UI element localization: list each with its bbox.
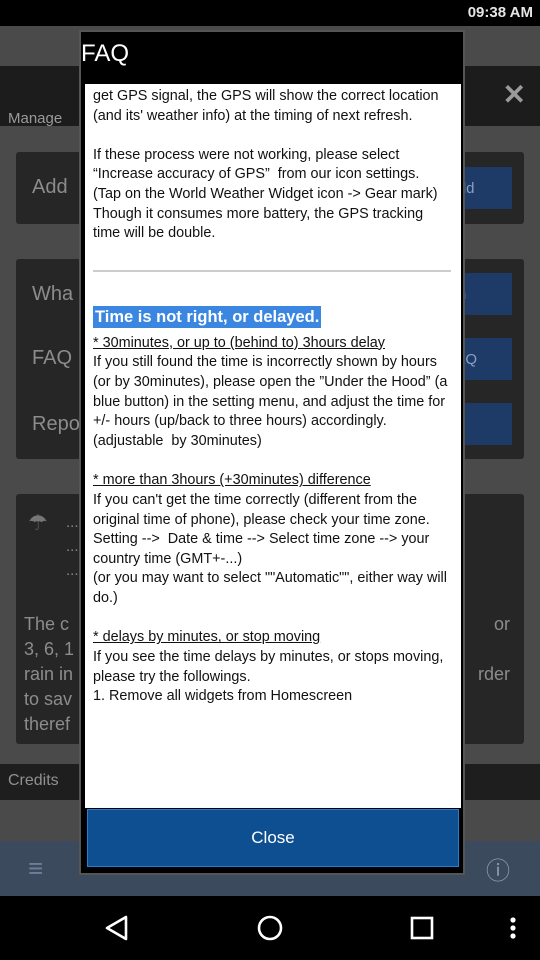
app-close-icon: ✕ <box>502 79 526 110</box>
weather-icon: ☂ <box>28 510 48 535</box>
status-time: 09:38 AM <box>467 4 533 21</box>
info-icon: ⓘ <box>486 858 510 885</box>
faq-subheading: * 30minutes, or up to (behind to) 3hours… <box>93 334 385 351</box>
faq-paragraph: If you can't get the time correctly (dif… <box>93 491 447 606</box>
faq-subheading: * more than 3hours (+30minutes) differen… <box>93 472 371 489</box>
app-body-line: 3, 6, 1 <box>24 639 75 659</box>
app-card-label: Add <box>32 176 68 198</box>
menu-icon: ≡ <box>28 853 44 883</box>
dialog-title: FAQ <box>81 40 130 67</box>
divider <box>93 269 451 272</box>
app-credits-label: Credits <box>8 772 59 789</box>
faq-paragraph: If you still found the time is incorrect… <box>93 354 448 449</box>
app-header-label: Manage <box>8 110 63 127</box>
app-body-line: theref <box>24 714 71 734</box>
app-body-line: to sav <box>24 689 73 709</box>
faq-paragraph: get GPS signal, the GPS will show the co… <box>93 88 439 242</box>
app-card-label: Wha <box>32 283 74 305</box>
app-card-label: FAQ <box>32 347 73 369</box>
close-button[interactable]: Close <box>87 809 459 867</box>
app-list-dots: ... <box>66 538 79 555</box>
navigation-bar <box>0 897 540 960</box>
back-icon[interactable] <box>102 913 132 943</box>
faq-content[interactable]: get GPS signal, the GPS will show the co… <box>85 84 461 808</box>
app-list-dots: ... <box>66 562 79 579</box>
faq-subheading: * delays by minutes, or stop moving <box>93 629 321 646</box>
faq-paragraph: If you see the time delays by minutes, o… <box>93 649 444 705</box>
app-list-dots: ... <box>66 514 79 531</box>
faq-heading: Time is not right, or delayed. <box>93 305 322 328</box>
recents-icon[interactable] <box>407 913 437 943</box>
faq-dialog: FAQ get GPS signal, the GPS will show th… <box>79 30 465 875</box>
app-body-line: rain in <box>24 664 74 684</box>
overflow-menu-icon[interactable] <box>498 913 528 943</box>
app-body-line: or <box>493 614 510 634</box>
app-card-label: Repo <box>32 413 80 435</box>
home-icon[interactable] <box>255 913 285 943</box>
status-bar: 09:38 AM <box>0 0 540 26</box>
app-body-line: rder <box>477 664 510 684</box>
app-body-line: The c <box>24 614 70 634</box>
